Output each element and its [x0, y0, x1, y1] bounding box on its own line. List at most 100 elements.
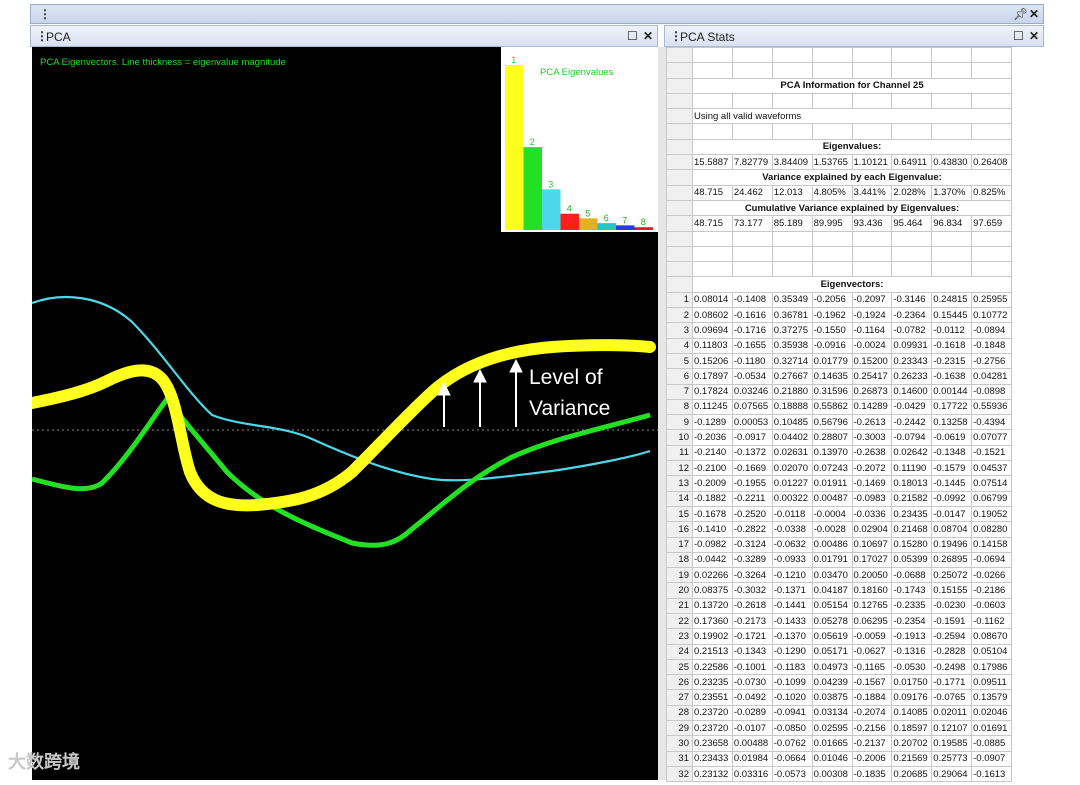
table-cell[interactable]: -0.1289 [692, 414, 733, 431]
table-cell[interactable]: -0.1616 [731, 307, 773, 324]
table-cell[interactable]: 2.028% [891, 184, 933, 201]
table-cell[interactable]: 0.25773 [931, 750, 973, 767]
table-cell[interactable]: -0.1771 [931, 674, 973, 691]
table-cell[interactable]: -0.0603 [971, 597, 1012, 614]
table-cell[interactable]: 48.715 [692, 184, 733, 201]
table-cell[interactable]: -0.1164 [851, 322, 893, 339]
table-cell[interactable]: 24.462 [731, 184, 773, 201]
table-cell[interactable]: -0.1348 [931, 444, 973, 462]
table-cell[interactable]: 0.00487 [811, 490, 853, 507]
table-cell[interactable] [731, 46, 773, 64]
table-cell[interactable]: 0.17360 [692, 612, 733, 630]
row-header[interactable]: 30 [666, 735, 693, 752]
table-cell[interactable]: 0.04239 [811, 674, 853, 691]
table-cell[interactable]: -0.2828 [931, 643, 973, 660]
row-header[interactable]: 1 [666, 291, 693, 309]
table-cell[interactable] [771, 62, 813, 79]
table-cell[interactable]: 0.19052 [971, 505, 1012, 523]
table-cell[interactable]: -0.1743 [891, 582, 933, 599]
table-cell[interactable]: 0.18597 [891, 720, 933, 737]
table-cell[interactable] [851, 92, 893, 110]
table-cell[interactable] [731, 62, 773, 79]
row-header[interactable] [666, 276, 693, 293]
table-cell[interactable]: 4.805% [811, 184, 853, 201]
table-cell[interactable] [731, 123, 773, 140]
table-cell[interactable]: 0.23435 [891, 505, 933, 523]
table-cell[interactable]: 0.26895 [931, 551, 973, 569]
row-header[interactable] [666, 123, 693, 140]
table-cell[interactable] [692, 245, 733, 263]
table-cell[interactable]: -0.0898 [971, 383, 1012, 400]
table-cell[interactable]: -0.0530 [891, 658, 933, 676]
table-cell[interactable]: -0.1669 [731, 460, 773, 477]
table-cell[interactable]: -0.1372 [731, 444, 773, 462]
table-cell[interactable]: 0.07514 [971, 475, 1012, 492]
table-cell[interactable]: 0.13258 [931, 414, 973, 431]
maximize-icon[interactable]: ☐ [627, 29, 638, 43]
table-cell[interactable]: Eigenvectors: [692, 276, 1012, 293]
table-cell[interactable] [731, 92, 773, 110]
table-cell[interactable] [731, 261, 773, 278]
table-cell[interactable] [851, 261, 893, 278]
table-cell[interactable]: 89.995 [811, 215, 853, 232]
row-header[interactable]: 21 [666, 597, 693, 614]
row-header[interactable]: 16 [666, 521, 693, 538]
table-cell[interactable]: -0.2072 [851, 460, 893, 477]
table-cell[interactable]: 0.08670 [971, 628, 1012, 645]
table-cell[interactable]: -0.1716 [731, 322, 773, 339]
table-cell[interactable]: 0.01779 [811, 352, 853, 370]
table-cell[interactable]: 0.01911 [811, 475, 853, 492]
table-cell[interactable]: 0.23132 [692, 765, 733, 783]
table-cell[interactable]: 0.26408 [971, 154, 1012, 171]
maximize-icon[interactable]: ☐ [1013, 29, 1024, 43]
table-cell[interactable] [971, 123, 1012, 140]
table-cell[interactable]: -0.2442 [891, 414, 933, 431]
table-cell[interactable]: 95.464 [891, 215, 933, 232]
row-header[interactable] [666, 215, 693, 232]
table-cell[interactable]: -0.3264 [731, 567, 773, 584]
row-header[interactable]: 5 [666, 352, 693, 370]
table-cell[interactable]: 0.20702 [891, 735, 933, 752]
table-cell[interactable]: -0.0850 [771, 720, 813, 737]
table-cell[interactable]: -0.0266 [971, 567, 1012, 584]
table-cell[interactable]: -0.1441 [771, 597, 813, 614]
table-cell[interactable]: -0.3032 [731, 582, 773, 599]
row-header[interactable]: 7 [666, 383, 693, 400]
table-cell[interactable]: 0.18013 [891, 475, 933, 492]
table-cell[interactable]: -0.1924 [851, 307, 893, 324]
table-cell[interactable]: 0.15280 [891, 536, 933, 553]
table-cell[interactable]: -0.0982 [692, 536, 733, 553]
table-cell[interactable]: 0.07565 [731, 398, 773, 416]
table-cell[interactable]: -0.1638 [931, 368, 973, 385]
table-cell[interactable]: -0.2594 [931, 628, 973, 645]
row-header[interactable]: 18 [666, 551, 693, 569]
table-cell[interactable]: 0.15206 [692, 352, 733, 370]
table-cell[interactable]: -0.1180 [731, 352, 773, 370]
table-cell[interactable] [811, 261, 853, 278]
table-cell[interactable]: -0.2186 [971, 582, 1012, 599]
table-cell[interactable]: 0.04187 [811, 582, 853, 599]
table-cell[interactable]: 0.05104 [971, 643, 1012, 660]
table-cell[interactable] [891, 261, 933, 278]
table-cell[interactable]: 0.14085 [891, 704, 933, 722]
row-header[interactable]: 24 [666, 643, 693, 660]
table-cell[interactable]: 0.22586 [692, 658, 733, 676]
table-cell[interactable]: -0.0492 [731, 689, 773, 706]
table-cell[interactable]: 0.10697 [851, 536, 893, 553]
table-cell[interactable] [692, 62, 733, 79]
table-cell[interactable]: -0.2009 [692, 475, 733, 492]
table-cell[interactable]: 0.11190 [891, 460, 933, 477]
table-cell[interactable]: -0.1343 [731, 643, 773, 660]
table-cell[interactable]: -0.0230 [931, 597, 973, 614]
table-cell[interactable]: 97.659 [971, 215, 1012, 232]
row-header[interactable]: 9 [666, 414, 693, 431]
table-cell[interactable]: 0.14289 [851, 398, 893, 416]
table-cell[interactable]: -0.1165 [851, 658, 893, 676]
table-cell[interactable]: -0.2756 [971, 352, 1012, 370]
table-cell[interactable]: -0.2140 [692, 444, 733, 462]
table-cell[interactable]: -0.2638 [851, 444, 893, 462]
table-cell[interactable]: 15.5887 [692, 154, 733, 171]
table-cell[interactable]: 0.28807 [811, 429, 853, 446]
table-cell[interactable]: -0.1183 [771, 658, 813, 676]
table-cell[interactable] [971, 46, 1012, 64]
